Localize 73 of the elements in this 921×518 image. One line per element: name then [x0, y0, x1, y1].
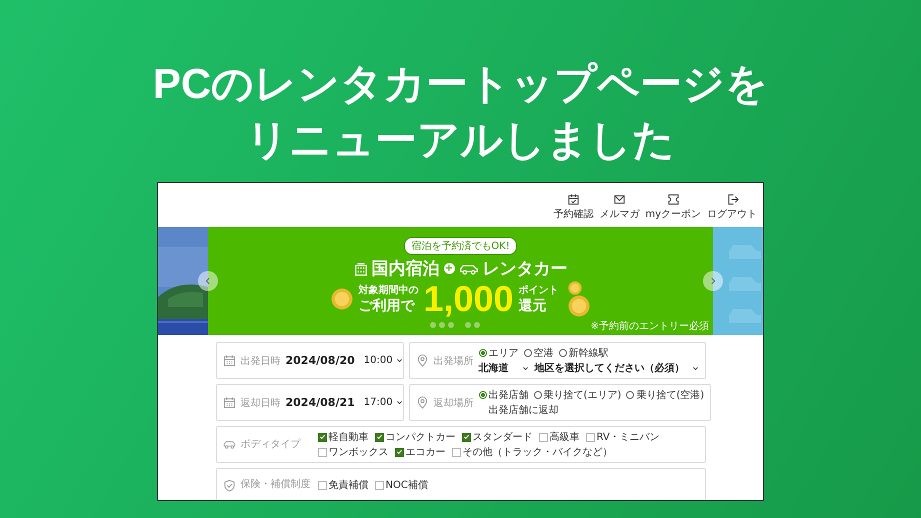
chevron-left-icon	[204, 277, 212, 285]
field-label: ボディタイプ	[240, 438, 302, 452]
checkbox-option[interactable]: スタンダード	[462, 430, 532, 444]
building-icon	[354, 262, 368, 276]
location-pin-icon	[416, 396, 428, 409]
field-label: 返却場所	[434, 396, 474, 410]
ticket-icon	[666, 193, 680, 206]
chevron-right-icon	[709, 277, 717, 285]
points-amount: 1,000	[423, 280, 514, 318]
field-label: 保険・補償制度	[240, 478, 312, 492]
radio-option[interactable]: 乗り捨て(空港)	[626, 388, 704, 402]
calendar-icon	[222, 396, 236, 409]
district-select[interactable]: 地区を選択してください（必須）	[534, 361, 698, 375]
banner-title: 国内宿泊	[372, 258, 440, 280]
checkbox-option[interactable]: 免責補償	[318, 478, 368, 492]
radio-option[interactable]: 出発店舗	[478, 388, 528, 402]
radio-option[interactable]: エリア	[478, 346, 518, 360]
checkbox-option[interactable]: RV・ミニバン	[586, 430, 660, 444]
car-icon	[458, 262, 478, 274]
carousel-dot[interactable]	[439, 322, 445, 328]
banner-text: ポイント	[518, 284, 559, 297]
chevron-down-icon	[692, 364, 698, 372]
time-select[interactable]: 17:00	[364, 397, 403, 408]
calendar-icon	[222, 354, 236, 367]
checkmark-icon	[462, 433, 470, 441]
time-select[interactable]: 10:00	[364, 355, 403, 366]
header-link[interactable]: ログアウト	[707, 193, 757, 221]
checkbox-option[interactable]: コンパクトカー	[374, 430, 456, 444]
mail-icon	[612, 193, 626, 206]
headline: PCのレンタカートップページを リニューアルしました	[152, 59, 768, 165]
banner-title: レンタカー	[482, 258, 568, 280]
checkbox-option[interactable]: その他（トラック・バイクなど）	[452, 445, 612, 459]
carousel-dot[interactable]	[448, 322, 454, 328]
banner-text: ご利用で	[358, 297, 416, 315]
return-note: 出発店舗に返却	[488, 404, 560, 417]
speech-bubble: 宿泊を予約済でもOK!	[404, 237, 517, 255]
chevron-down-icon	[396, 357, 403, 364]
field-label: 出発日時	[240, 354, 280, 368]
chevron-down-icon	[522, 364, 528, 372]
checkbox-option[interactable]: 軽自動車	[318, 430, 368, 444]
previous-button[interactable]	[198, 271, 218, 291]
field-label: 返却日時	[240, 396, 280, 410]
checkbox-option[interactable]: 高級車	[538, 430, 580, 444]
location-pin-icon	[416, 354, 428, 367]
next-button[interactable]	[703, 271, 723, 291]
calendar-icon	[566, 193, 580, 206]
prefecture-select[interactable]: 北海道	[478, 361, 528, 375]
coin-icon	[331, 288, 354, 310]
field-label: 出発場所	[434, 354, 474, 368]
date-field[interactable]: 2024/08/21	[286, 396, 355, 409]
checkbox-option[interactable]: ワンボックス	[318, 445, 388, 459]
footnote: ※予約前のエントリー必須	[590, 320, 709, 333]
chevron-down-icon	[396, 399, 403, 406]
checkmark-icon	[376, 433, 382, 441]
banner-text: 対象期間中の	[358, 283, 418, 297]
checkbox-option[interactable]: NOC補償	[374, 478, 428, 492]
banner-text: 還元	[518, 297, 548, 315]
checkmark-icon	[318, 433, 326, 441]
header-link[interactable]: 予約確認	[553, 193, 594, 221]
radio-option[interactable]: 乗り捨て(エリア)	[534, 388, 622, 402]
logout-icon	[726, 193, 738, 206]
carousel-dot[interactable]	[465, 322, 471, 328]
header-link[interactable]: メルマガ	[599, 193, 640, 221]
radio-option[interactable]: 新幹線駅	[558, 346, 608, 360]
checkmark-icon	[396, 448, 402, 456]
carousel-dot[interactable]	[474, 322, 480, 328]
checkbox-option[interactable]: エコカー	[394, 445, 446, 459]
header-link[interactable]: myクーポン	[645, 193, 701, 221]
shield-icon	[222, 478, 236, 492]
date-field[interactable]: 2024/08/20	[286, 354, 355, 367]
radio-option[interactable]: 空港	[524, 346, 554, 360]
plus-sign: +	[444, 263, 454, 274]
carousel-dot[interactable]	[430, 322, 436, 328]
